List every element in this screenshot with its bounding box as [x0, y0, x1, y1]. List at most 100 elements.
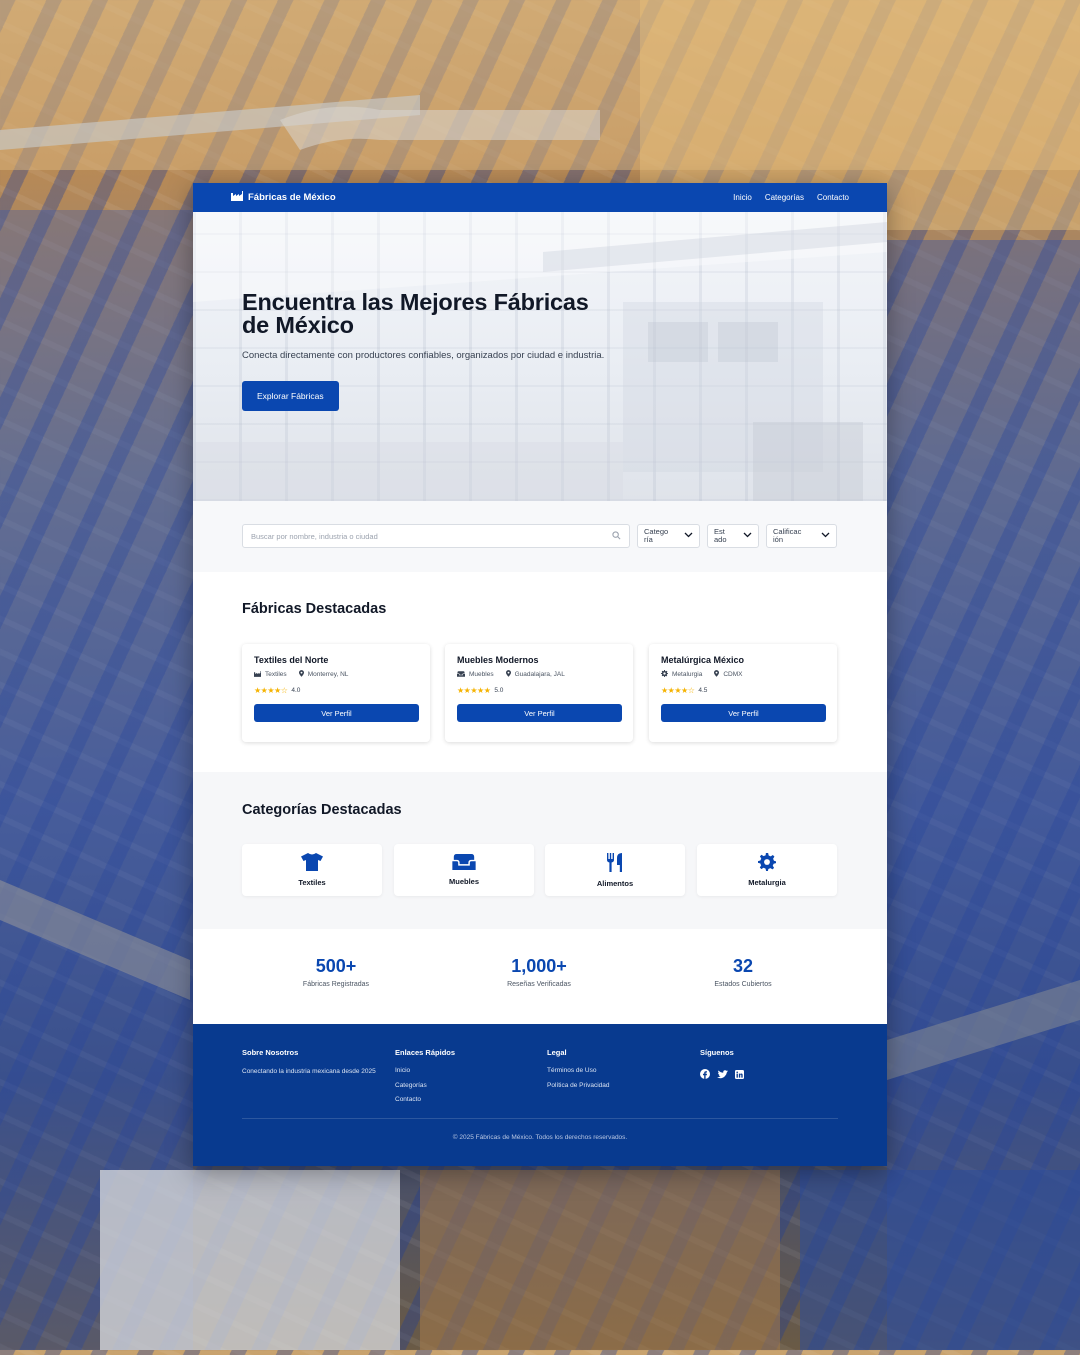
footer-legal: Legal Términos de Uso Política de Privac… [547, 1048, 687, 1089]
footer-social-title: Síguenos [700, 1048, 734, 1057]
chevron-down-icon [743, 532, 752, 540]
footer-about-title: Sobre Nosotros [242, 1048, 299, 1057]
stat-states: 32 Estados Cubiertos [653, 956, 833, 988]
category-card-alimentos[interactable]: Alimentos [545, 844, 685, 896]
stat-value: 1,000+ [511, 956, 567, 976]
factory-city: Guadalajara, JAL [514, 671, 565, 678]
stat-reviews: 1,000+ Reseñas Verificadas [449, 956, 629, 988]
couch-icon [452, 854, 476, 875]
factory-name: Muebles Modernos [457, 655, 539, 665]
footer-link-privacy[interactable]: Política de Privacidad [547, 1082, 687, 1089]
featured-categories-section: Categorías Destacadas Textiles Muebles A… [193, 772, 887, 929]
search-section: Buscar por nombre, industria o ciudad Ca… [193, 501, 887, 572]
hero-section: Encuentra las Mejores Fábricas de México… [193, 212, 887, 501]
factory-name: Metalúrgica México [661, 655, 745, 665]
footer-about: Sobre Nosotros Conectando la industria m… [242, 1048, 382, 1076]
factory-category: Textiles [265, 671, 287, 678]
category-filter-label: Catego ría [644, 527, 669, 544]
category-label: Textiles [298, 878, 326, 887]
footer: Sobre Nosotros Conectando la industria m… [193, 1024, 887, 1166]
rating-value: 4.0 [291, 687, 301, 694]
brand-name: Fábricas de México [248, 192, 336, 203]
factory-city: Monterrey, NL [307, 671, 349, 678]
factory-category: Metalurgia [672, 671, 703, 678]
rating-value: 5.0 [494, 687, 504, 694]
factory-rating: ★★★★☆ 4.5 [661, 686, 825, 695]
view-profile-button[interactable]: Ver Perfil [254, 704, 419, 722]
hero-title: Encuentra las Mejores Fábricas de México [242, 290, 622, 338]
category-label: Muebles [448, 877, 479, 886]
footer-links-title: Enlaces Rápidos [395, 1048, 456, 1057]
hero-subtitle: Conecta directamente con productores con… [242, 350, 605, 361]
website-frame: Fábricas de México Inicio Categorías Con… [193, 183, 887, 1166]
view-profile-button[interactable]: Ver Perfil [661, 704, 826, 722]
search-input[interactable]: Buscar por nombre, industria o ciudad [242, 524, 630, 548]
twitter-icon[interactable] [717, 1066, 728, 1084]
footer-divider [242, 1118, 838, 1119]
factory-rating: ★★★★☆ 4.0 [254, 686, 418, 695]
location-pin-icon [714, 670, 720, 679]
linkedin-icon[interactable] [735, 1066, 744, 1084]
stat-label: Estados Cubiertos [714, 981, 772, 988]
state-filter-label: Est ado [714, 527, 727, 544]
nav-link-categorias[interactable]: Categorías [765, 193, 804, 202]
nav-links: Inicio Categorías Contacto [733, 193, 849, 202]
category-card-metalurgia[interactable]: Metalurgia [697, 844, 837, 896]
factory-card: Metalúrgica México Metalurgia CDMX ★★★★☆… [649, 644, 837, 742]
factory-name: Textiles del Norte [254, 655, 329, 665]
factory-category: Muebles [469, 671, 494, 678]
category-card-muebles[interactable]: Muebles [394, 844, 534, 896]
hero-content: Encuentra las Mejores Fábricas de México… [242, 290, 622, 411]
state-filter-select[interactable]: Est ado [707, 524, 759, 548]
factory-city: CDMX [723, 671, 743, 678]
factory-meta: Muebles Guadalajara, JAL [457, 670, 621, 679]
explore-factories-button[interactable]: Explorar Fábricas [242, 381, 339, 411]
location-pin-icon [298, 670, 304, 679]
stat-value: 32 [732, 956, 754, 976]
gear-icon [758, 853, 776, 876]
featured-title: Fábricas Destacadas [242, 601, 387, 617]
chevron-down-icon [684, 532, 693, 540]
stat-label: Fábricas Registradas [302, 981, 370, 988]
facebook-icon[interactable] [700, 1066, 710, 1084]
location-pin-icon [505, 670, 511, 679]
nav-link-inicio[interactable]: Inicio [733, 193, 752, 202]
footer-legal-title: Legal [547, 1048, 567, 1057]
footer-link-terms[interactable]: Términos de Uso [547, 1067, 687, 1074]
factory-meta: Textiles Monterrey, NL [254, 670, 418, 679]
factory-meta: Metalurgia CDMX [661, 670, 825, 679]
social-icons [700, 1066, 840, 1084]
factory-rating: ★★★★★ 5.0 [457, 686, 621, 695]
star-rating: ★★★★☆ [661, 686, 695, 695]
chevron-down-icon [821, 532, 830, 540]
category-card-textiles[interactable]: Textiles [242, 844, 382, 896]
factory-icon [254, 670, 261, 679]
featured-factories-section: Fábricas Destacadas Textiles del Norte T… [193, 572, 887, 772]
rating-filter-label: Calificac ión [773, 527, 802, 544]
search-icon[interactable] [612, 530, 621, 542]
factory-card: Muebles Modernos Muebles Guadalajara, JA… [445, 644, 633, 742]
footer-link-contacto[interactable]: Contacto [395, 1096, 535, 1103]
stat-factories: 500+ Fábricas Registradas [246, 956, 426, 988]
shirt-icon [301, 853, 323, 876]
copyright-text: © 2025 Fábricas de México. Todos los der… [452, 1134, 628, 1141]
stat-value: 500+ [315, 956, 357, 976]
categories-title: Categorías Destacadas [242, 802, 402, 818]
footer-link-categorias[interactable]: Categorías [395, 1082, 535, 1089]
nav-link-contacto[interactable]: Contacto [817, 193, 849, 202]
navbar: Fábricas de México Inicio Categorías Con… [193, 183, 887, 212]
category-filter-select[interactable]: Catego ría [637, 524, 700, 548]
utensils-icon [607, 852, 623, 877]
category-label: Alimentos [596, 878, 634, 888]
hero-title-line2: de México [242, 312, 354, 338]
footer-link-inicio[interactable]: Inicio [395, 1067, 535, 1074]
rating-filter-select[interactable]: Calificac ión [766, 524, 837, 548]
couch-icon [457, 670, 465, 679]
brand[interactable]: Fábricas de México [231, 191, 336, 204]
category-label: Metalurgia [748, 878, 786, 887]
footer-social: Síguenos [700, 1048, 840, 1084]
stats-section: 500+ Fábricas Registradas 1,000+ Reseñas… [193, 929, 887, 1024]
gear-icon [661, 670, 668, 679]
factory-icon [231, 191, 243, 204]
view-profile-button[interactable]: Ver Perfil [457, 704, 622, 722]
